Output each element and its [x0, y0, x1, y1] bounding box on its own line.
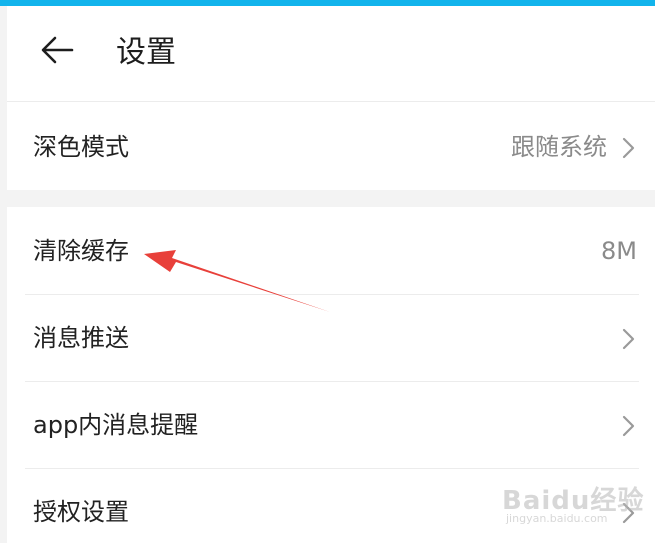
setting-label: app内消息提醒 [33, 411, 199, 439]
left-edge-strip [0, 6, 7, 543]
setting-label: 消息推送 [33, 324, 129, 352]
baidu-jingyan-watermark: Baidu经验 jingyan.baidu.com [502, 480, 652, 528]
cache-size-value: 8M [601, 237, 637, 265]
chevron-right-icon [622, 415, 635, 437]
setting-value: 跟随系统 [511, 133, 607, 161]
page-title: 设置 [116, 35, 176, 70]
setting-row-dark-mode[interactable]: 深色模式 跟随系统 [7, 104, 655, 190]
back-button[interactable] [37, 30, 77, 70]
chevron-right-icon [622, 328, 635, 350]
setting-row-clear-cache[interactable]: 清除缓存 8M [7, 208, 655, 294]
section-separator [7, 190, 655, 207]
setting-row-in-app-reminder[interactable]: app内消息提醒 [7, 382, 655, 468]
setting-label: 授权设置 [33, 498, 129, 526]
chevron-right-icon [622, 137, 635, 159]
arrow-left-icon [41, 36, 74, 64]
setting-label: 清除缓存 [33, 237, 129, 265]
app-header: 设置 [7, 6, 655, 101]
setting-row-push-notifications[interactable]: 消息推送 [7, 295, 655, 381]
header-divider [7, 101, 655, 102]
setting-label: 深色模式 [33, 133, 129, 161]
watermark-url: jingyan.baidu.com [506, 512, 608, 525]
